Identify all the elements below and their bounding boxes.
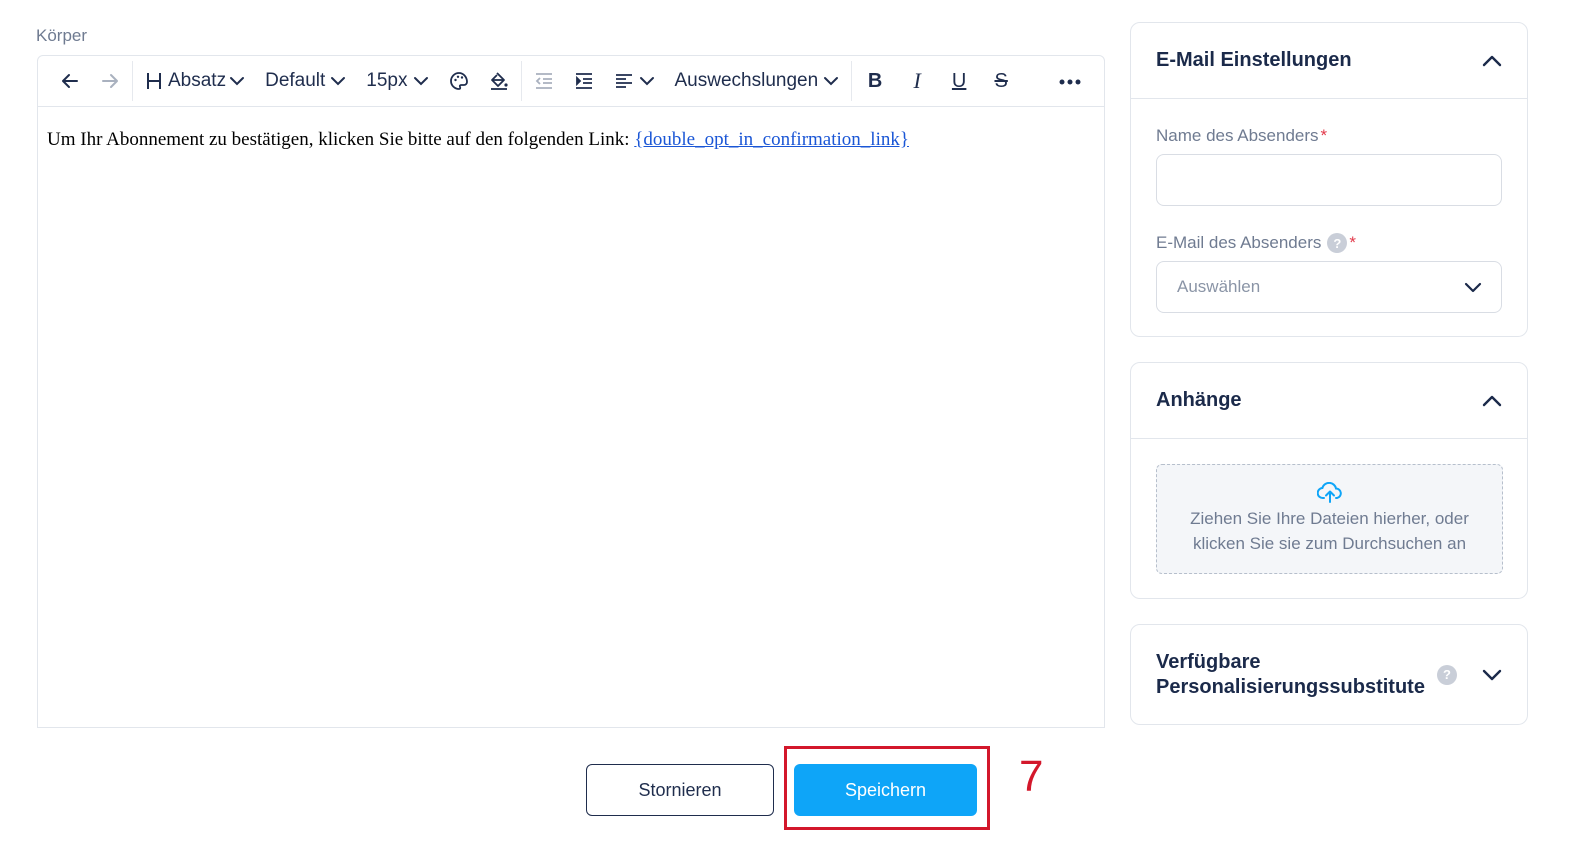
annotation-highlight-box — [784, 746, 990, 830]
more-dots-icon — [1059, 79, 1081, 84]
block-type-dropdown[interactable]: Absatz — [135, 56, 255, 107]
text-color-button[interactable] — [439, 56, 479, 107]
indent-button[interactable] — [564, 56, 604, 107]
paint-bucket-icon — [490, 72, 508, 90]
dropzone-text-line2: klicken Sie sie zum Durchsuchen an — [1192, 534, 1467, 553]
annotation-step-number: 7 — [1019, 752, 1044, 801]
font-family-label: Default — [265, 70, 326, 91]
email-settings-title: E-Mail Einstellungen — [1156, 49, 1352, 71]
indent-icon — [575, 73, 592, 89]
email-settings-header[interactable]: E-Mail Einstellungen — [1131, 23, 1527, 98]
chevron-up-icon[interactable] — [1481, 50, 1503, 72]
attachments-title: Anhänge — [1156, 389, 1242, 411]
cancel-button[interactable]: Stornieren — [586, 764, 774, 816]
panel-divider — [1131, 438, 1527, 439]
cloud-upload-icon — [1316, 482, 1342, 503]
arrow-left-icon — [62, 74, 78, 88]
replacements-dropdown[interactable]: Auswechslungen — [665, 56, 850, 107]
heading-icon — [147, 73, 161, 89]
palette-icon — [449, 72, 468, 90]
email-settings-panel: E-Mail Einstellungen Name des Absenders *… — [1130, 22, 1528, 337]
chevron-down-icon — [1464, 282, 1482, 293]
sender-email-label: E-Mail des Absenders ? * — [1156, 233, 1356, 253]
sender-name-label-text: Name des Absenders — [1156, 126, 1319, 145]
redo-button[interactable] — [90, 56, 130, 107]
chevron-down-icon — [331, 77, 346, 86]
attachments-panel: Anhänge Ziehen Sie Ihre Dateien hierher,… — [1130, 362, 1528, 599]
help-icon[interactable]: ? — [1327, 233, 1348, 253]
underline-icon: U — [951, 69, 967, 92]
italic-icon: I — [913, 68, 921, 93]
sender-name-input[interactable] — [1156, 154, 1502, 206]
rich-text-editor[interactable]: Absatz Default 15px Auswechslungen B I U… — [37, 55, 1105, 728]
required-mark: * — [1349, 233, 1356, 252]
attachments-header[interactable]: Anhänge — [1131, 363, 1527, 438]
help-icon[interactable]: ? — [1437, 664, 1457, 685]
font-size-dropdown[interactable]: 15px — [356, 56, 438, 107]
outdent-button[interactable] — [524, 56, 564, 107]
strikethrough-button[interactable]: S — [980, 56, 1022, 107]
chevron-down-icon — [230, 77, 245, 86]
sender-email-select[interactable]: Auswählen — [1156, 261, 1502, 313]
align-dropdown[interactable] — [604, 56, 665, 107]
font-family-dropdown[interactable]: Default — [255, 56, 356, 107]
sender-email-label-text: E-Mail des Absenders — [1156, 233, 1322, 252]
personalization-title-line2: Personalisierungssubstitute — [1156, 675, 1425, 698]
font-size-label: 15px — [366, 70, 408, 91]
background-color-button[interactable] — [479, 56, 519, 107]
toolbar-divider — [132, 61, 133, 101]
underline-button[interactable]: U — [938, 56, 980, 107]
more-options-button[interactable] — [1048, 56, 1092, 107]
align-left-icon — [615, 74, 632, 88]
personalization-panel: Verfügbare Personalisierungssubstitute ? — [1130, 624, 1528, 725]
toolbar-divider — [851, 61, 853, 101]
undo-button[interactable] — [50, 56, 90, 107]
bold-button[interactable]: B — [854, 56, 896, 107]
personalization-header[interactable]: Verfügbare Personalisierungssubstitute ? — [1131, 625, 1527, 724]
outdent-icon — [535, 73, 552, 89]
block-type-label: Absatz — [168, 70, 227, 91]
editor-toolbar: Absatz Default 15px Auswechslungen B I U… — [38, 56, 1104, 107]
dropzone-text-line1: Ziehen Sie Ihre Dateien hierher, oder — [1190, 509, 1469, 528]
italic-button[interactable]: I — [896, 56, 938, 107]
editor-text: Um Ihr Abonnement zu bestätigen, klicken… — [47, 129, 635, 150]
chevron-down-icon — [639, 77, 654, 86]
panel-divider — [1131, 98, 1527, 99]
editor-content[interactable]: Um Ihr Abonnement zu bestätigen, klicken… — [38, 107, 1104, 173]
strikethrough-icon: S — [994, 69, 1008, 92]
chevron-up-icon[interactable] — [1481, 390, 1503, 412]
sender-email-placeholder: Auswählen — [1177, 277, 1261, 296]
chevron-down-icon — [824, 77, 839, 86]
body-label: Körper — [36, 26, 88, 45]
bold-icon: B — [867, 69, 883, 92]
personalization-title: Verfügbare Personalisierungssubstitute — [1156, 650, 1425, 700]
confirmation-link[interactable]: {double_opt_in_confirmation_link} — [634, 129, 909, 150]
chevron-down-icon — [413, 77, 428, 86]
arrow-right-icon — [102, 74, 118, 88]
required-mark: * — [1320, 126, 1328, 145]
file-dropzone[interactable]: Ziehen Sie Ihre Dateien hierher, oder kl… — [1156, 464, 1503, 574]
toolbar-divider — [520, 61, 522, 101]
replacements-label: Auswechslungen — [674, 70, 819, 91]
personalization-title-line1: Verfügbare — [1156, 650, 1261, 673]
chevron-down-icon[interactable] — [1481, 664, 1503, 686]
sender-name-label: Name des Absenders * — [1156, 126, 1327, 146]
